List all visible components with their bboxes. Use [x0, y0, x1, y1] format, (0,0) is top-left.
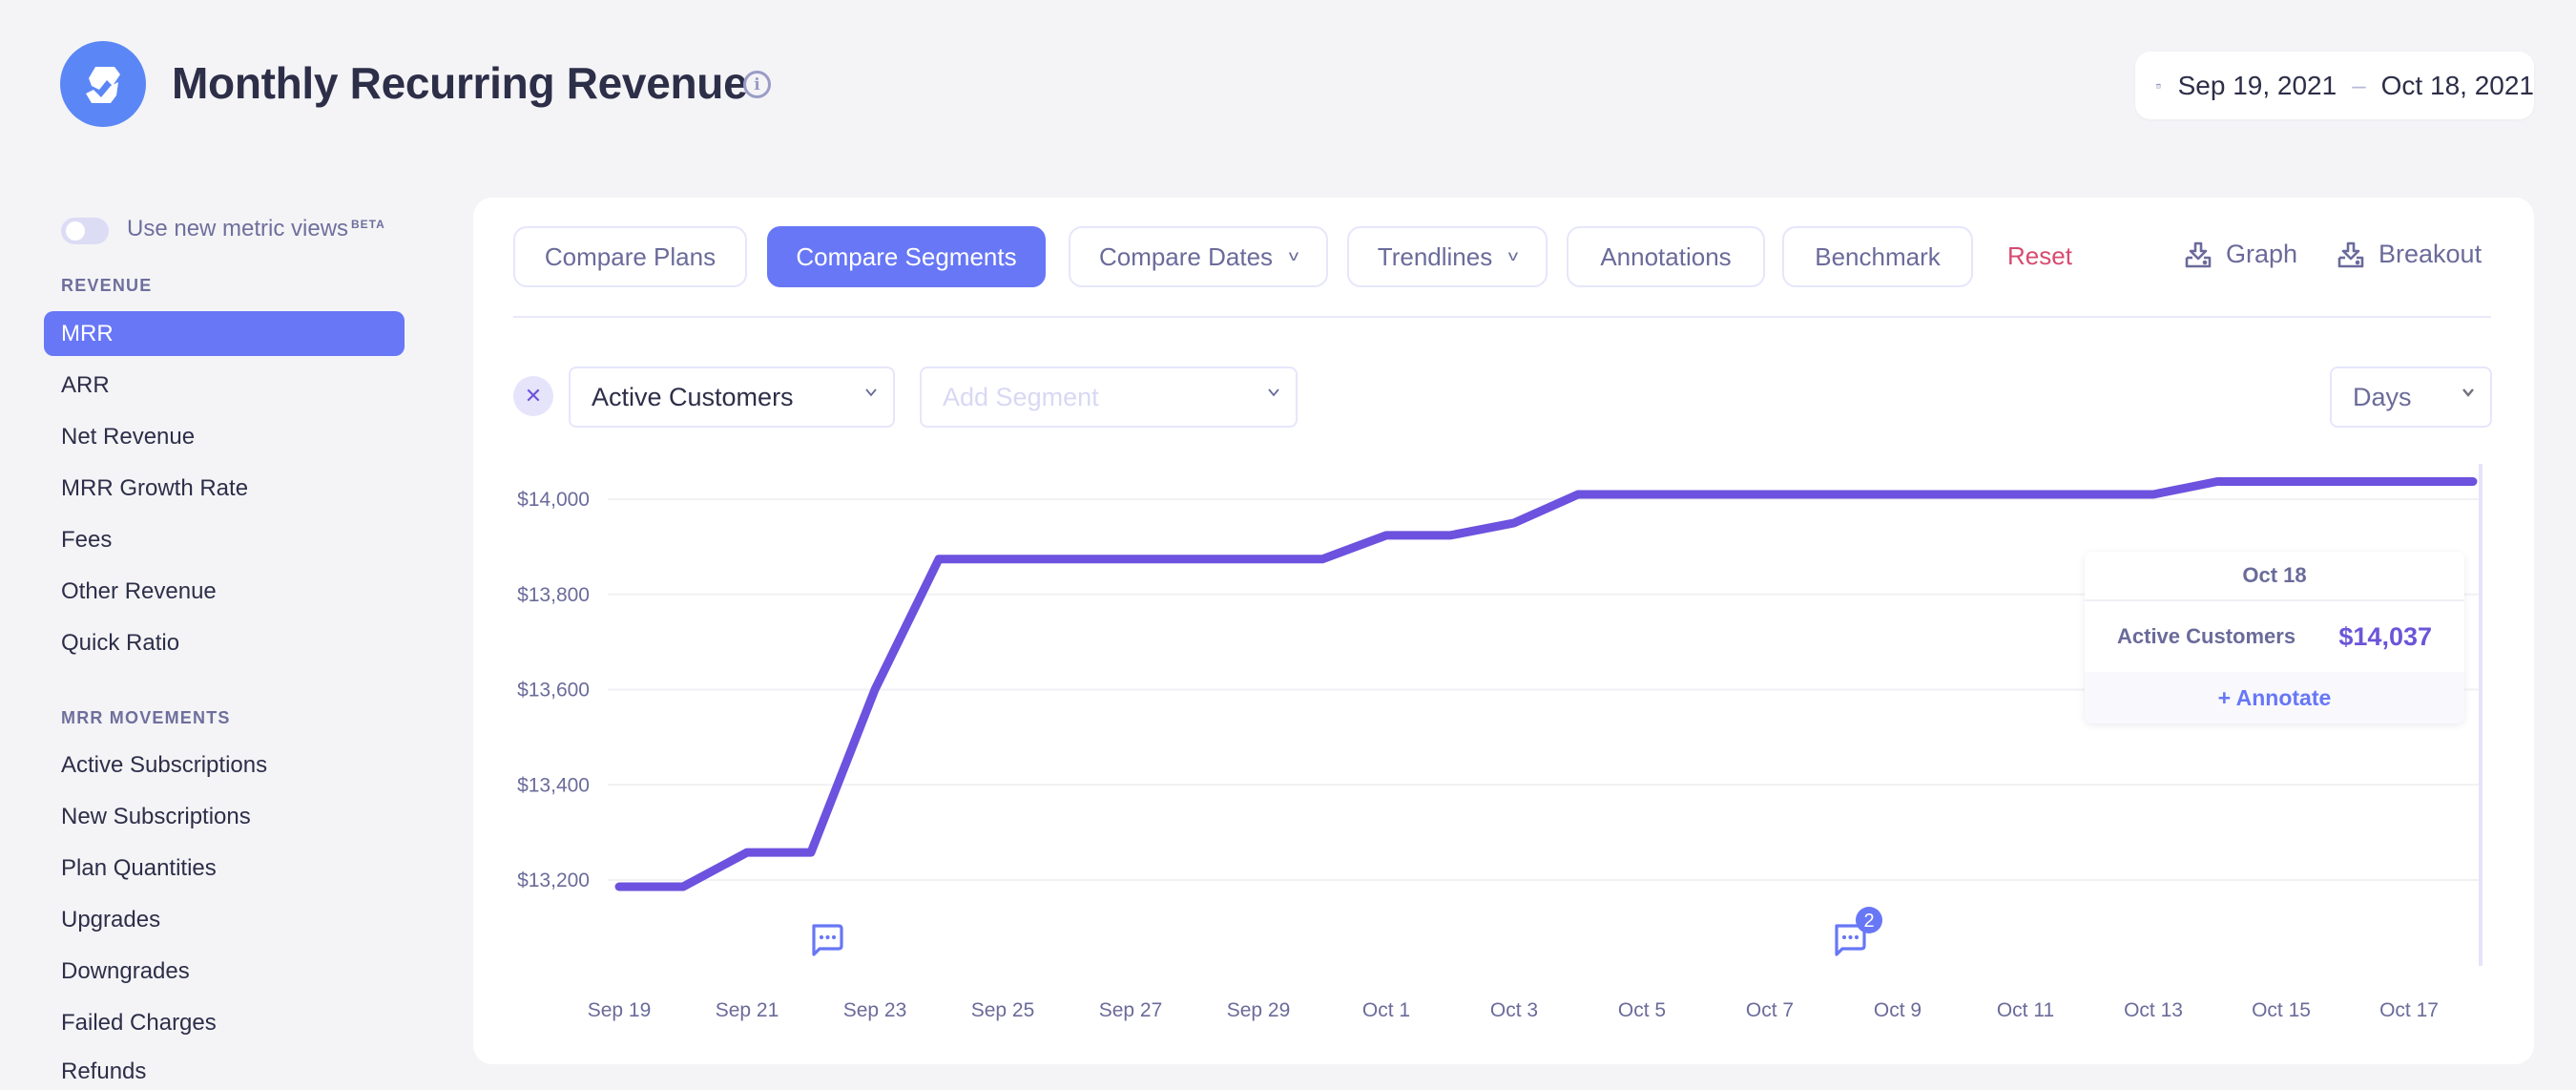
comment-dot	[819, 934, 824, 940]
download-icon	[2185, 241, 2212, 267]
sidebar-item-mrr[interactable]: MRR	[44, 311, 405, 356]
page-title: Monthly Recurring Revenue	[172, 58, 748, 108]
new-metric-views-toggle[interactable]	[61, 218, 109, 244]
annotation-count: 2	[1863, 911, 1874, 932]
date-range-picker[interactable]: Sep 19, 2021 – Oct 18, 2021	[2135, 52, 2534, 119]
button-label: Annotations	[1600, 241, 1732, 271]
reset-button[interactable]: Reset	[2007, 241, 2072, 271]
sidebar-item-downgrades[interactable]: Downgrades	[44, 949, 405, 994]
breakout-label: Breakout	[2379, 240, 2483, 268]
compare-plans-button[interactable]: Compare Plans	[513, 226, 747, 287]
logo-icon	[86, 67, 120, 103]
chart-tooltip: Oct 18 Active Customers $14,037 + Annota…	[2085, 552, 2464, 723]
close-icon: ✕	[524, 384, 543, 408]
sidebar-item-failed-charges[interactable]: Failed Charges	[44, 1000, 405, 1045]
section-label-mrr-movements: MRR MOVEMENTS	[61, 708, 231, 727]
toggle-knob	[66, 221, 85, 241]
chevron-down-icon: v	[1508, 248, 1519, 264]
logo[interactable]	[60, 41, 146, 127]
chevron-down-icon	[2462, 388, 2474, 397]
sidebar-item-label: Plan Quantities	[61, 854, 217, 881]
segment-select[interactable]: Active Customers	[569, 367, 895, 428]
sidebar-item-arr[interactable]: ARR	[44, 363, 405, 408]
sidebar-item-label: Net Revenue	[61, 423, 196, 450]
comment-dot	[831, 934, 837, 940]
sidebar-item-label: MRR Growth Rate	[61, 474, 249, 501]
annotations-button[interactable]: Annotations	[1567, 226, 1765, 287]
benchmark-button[interactable]: Benchmark	[1782, 226, 1973, 287]
toggle-label: Use new metric views	[127, 216, 349, 241]
sidebar-item-label: Other Revenue	[61, 577, 217, 604]
section-label-revenue: REVENUE	[61, 276, 153, 295]
tooltip-series-label: Active Customers	[2117, 624, 2296, 648]
button-label: Compare Segments	[796, 241, 1017, 271]
sidebar-item-label: Failed Charges	[61, 1009, 217, 1036]
sidebar-item-label: Refunds	[61, 1058, 147, 1084]
button-label: Compare Plans	[544, 241, 717, 271]
sidebar-item-active-subscriptions[interactable]: Active Subscriptions	[44, 743, 405, 787]
comment-dot	[825, 934, 830, 940]
interval-select[interactable]: Days	[2330, 367, 2492, 428]
sidebar-item-refunds[interactable]: Refunds	[44, 1049, 405, 1090]
sidebar-item-new-subscriptions[interactable]: New Subscriptions	[44, 794, 405, 839]
compare-dates-button[interactable]: Compare Dates v	[1069, 226, 1328, 287]
sidebar-item-net-revenue[interactable]: Net Revenue	[44, 414, 405, 459]
date-start: Sep 19, 2021	[2177, 70, 2337, 100]
comment-dot	[1848, 934, 1853, 940]
sidebar-item-label: MRR	[61, 320, 114, 346]
graph-label: Graph	[2226, 240, 2298, 268]
add-segment-select[interactable]: Add Segment	[920, 367, 1298, 428]
download-graph-button[interactable]: Graph	[2184, 240, 2297, 269]
segment-select-value: Active Customers	[592, 382, 794, 411]
tooltip-value: $14,037	[2338, 621, 2432, 651]
date-separator: –	[2352, 71, 2366, 99]
trendlines-button[interactable]: Trendlines v	[1347, 226, 1548, 287]
sidebar-item-label: New Subscriptions	[61, 803, 251, 829]
sidebar-item-label: Upgrades	[61, 906, 161, 933]
download-breakout-button[interactable]: Breakout	[2337, 240, 2482, 269]
toolbar-divider	[513, 316, 2491, 318]
chevron-down-icon: v	[1288, 248, 1299, 264]
chevron-down-icon	[1268, 388, 1279, 397]
tooltip-date: Oct 18	[2085, 552, 2464, 601]
remove-segment-button[interactable]: ✕	[513, 376, 553, 416]
date-end: Oct 18, 2021	[2380, 70, 2534, 100]
button-label: Trendlines	[1377, 241, 1493, 271]
download-icon	[2337, 241, 2364, 267]
chevron-down-icon	[865, 388, 877, 397]
sidebar-item-label: Quick Ratio	[61, 629, 180, 656]
sidebar-item-other-revenue[interactable]: Other Revenue	[44, 569, 405, 614]
sidebar-item-plan-quantities[interactable]: Plan Quantities	[44, 846, 405, 891]
sidebar-item-mrr-growth-rate[interactable]: MRR Growth Rate	[44, 466, 405, 511]
sidebar-item-upgrades[interactable]: Upgrades	[44, 897, 405, 942]
sidebar-item-label: Active Subscriptions	[61, 751, 268, 778]
tooltip-row: Active Customers $14,037	[2085, 601, 2464, 672]
beta-badge: BETA	[351, 218, 385, 231]
sidebar-item-label: Fees	[61, 526, 113, 553]
comment-dot	[1841, 934, 1847, 940]
sidebar-item-fees[interactable]: Fees	[44, 517, 405, 562]
button-label: Benchmark	[1815, 241, 1941, 271]
annotate-button[interactable]: + Annotate	[2085, 672, 2464, 723]
interval-select-value: Days	[2353, 382, 2412, 411]
sidebar-item-label: ARR	[61, 371, 110, 398]
sidebar-item-quick-ratio[interactable]: Quick Ratio	[44, 620, 405, 665]
calendar-icon	[2156, 83, 2161, 89]
add-segment-placeholder: Add Segment	[943, 382, 1099, 411]
comment-dot	[1854, 934, 1859, 940]
compare-segments-button[interactable]: Compare Segments	[767, 226, 1046, 287]
button-label: Compare Dates	[1098, 241, 1274, 271]
info-icon[interactable]: i	[743, 71, 771, 98]
sidebar-item-label: Downgrades	[61, 957, 190, 984]
